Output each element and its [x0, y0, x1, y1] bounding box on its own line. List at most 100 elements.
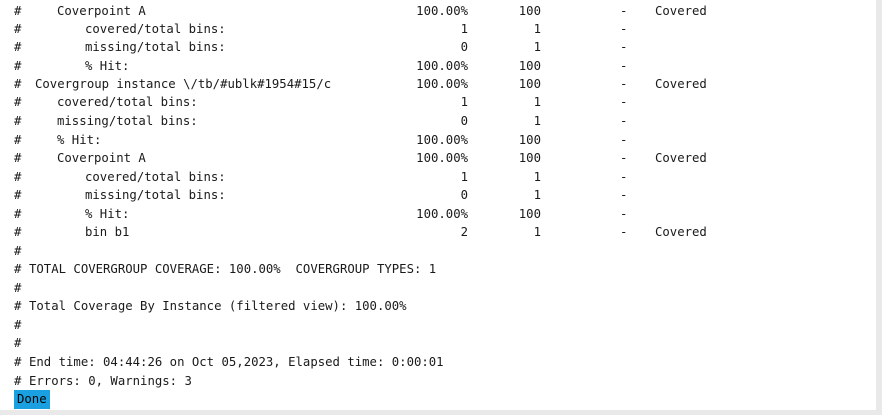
- line-value-goal: 100: [518, 133, 541, 147]
- line-prefix: #: [14, 207, 22, 221]
- line-prefix: #: [14, 188, 22, 202]
- line-label: Covergroup instance \/tb/#ublk#1954#15/c: [35, 77, 332, 91]
- console-line: # covered/total bins: 1 1 -: [0, 93, 876, 111]
- line-value-goal: 100: [518, 77, 541, 91]
- console-line: # % Hit: 100.00% 100 -: [0, 205, 876, 223]
- console-line: # covered/total bins: 1 1 -: [0, 168, 876, 186]
- line-value-percent: 100.00%: [416, 77, 468, 91]
- line-value-dash: -: [620, 59, 628, 73]
- line-prefix: #: [14, 133, 22, 147]
- line-value-percent: 100.00%: [416, 151, 468, 165]
- line-value-dash: -: [620, 133, 628, 147]
- line-prefix: #: [14, 318, 22, 332]
- line-prefix: #: [14, 40, 22, 54]
- console-line: # % Hit: 100.00% 100 -: [0, 57, 876, 75]
- console-line: # missing/total bins: 0 1 -: [0, 112, 876, 130]
- line-label: bin b1: [85, 225, 130, 239]
- line-value-goal: 1: [533, 225, 541, 239]
- line-prefix: #: [14, 59, 22, 73]
- console-line: # Coverpoint A 100.00% 100 - Covered: [0, 2, 876, 20]
- line-label: TOTAL COVERGROUP COVERAGE: 100.00% COVER…: [29, 262, 437, 276]
- line-prefix: #: [14, 336, 22, 350]
- line-prefix: #: [14, 374, 22, 388]
- line-value-dash: -: [620, 151, 628, 165]
- line-value-percent: 1: [460, 170, 468, 184]
- line-value-dash: -: [620, 188, 628, 202]
- line-value-percent: 1: [460, 22, 468, 36]
- console-line: # Total Coverage By Instance (filtered vi…: [0, 297, 876, 315]
- line-value-percent: 100.00%: [416, 133, 468, 147]
- line-status: Covered: [655, 151, 707, 165]
- console-line: # bin b1 2 1 - Covered: [0, 223, 876, 241]
- console-line: # covered/total bins: 1 1 -: [0, 20, 876, 38]
- console-line: # missing/total bins: 0 1 -: [0, 186, 876, 204]
- line-prefix: #: [14, 244, 22, 258]
- console-line: # TOTAL COVERGROUP COVERAGE: 100.00% COVE…: [0, 260, 876, 278]
- line-value-goal: 1: [533, 188, 541, 202]
- line-label: covered/total bins:: [85, 170, 226, 184]
- line-value-dash: -: [620, 95, 628, 109]
- console-line: # Errors: 0, Warnings: 3: [0, 372, 876, 390]
- line-prefix: #: [14, 4, 22, 18]
- line-value-goal: 100: [518, 59, 541, 73]
- line-value-dash: -: [620, 22, 628, 36]
- line-value-dash: -: [620, 114, 628, 128]
- line-prefix: #: [14, 281, 22, 295]
- line-value-goal: 1: [533, 22, 541, 36]
- vertical-scrollbar[interactable]: [876, 0, 882, 415]
- line-value-dash: -: [620, 77, 628, 91]
- line-value-percent: 100.00%: [416, 207, 468, 221]
- console-line: #: [0, 279, 876, 297]
- line-value-dash: -: [620, 170, 628, 184]
- console-line: #: [0, 334, 876, 352]
- line-value-goal: 1: [533, 170, 541, 184]
- line-label: % Hit:: [57, 133, 102, 147]
- done-status-indicator: Done: [14, 390, 50, 409]
- line-value-percent: 100.00%: [416, 59, 468, 73]
- line-prefix: #: [14, 95, 22, 109]
- line-value-goal: 100: [518, 207, 541, 221]
- line-prefix: #: [14, 299, 22, 313]
- line-value-percent: 0: [460, 40, 468, 54]
- line-label: Total Coverage By Instance (filtered vie…: [29, 299, 407, 313]
- line-label: Errors: 0, Warnings: 3: [29, 374, 192, 388]
- horizontal-scrollbar[interactable]: [0, 410, 882, 415]
- line-value-percent: 100.00%: [416, 4, 468, 18]
- console-line: # Covergroup instance \/tb/#ublk#1954#15/…: [0, 75, 876, 93]
- line-label: missing/total bins:: [85, 188, 226, 202]
- line-label: End time: 04:44:26 on Oct 05,2023, Elaps…: [29, 355, 444, 369]
- line-prefix: #: [14, 225, 22, 239]
- line-label: Coverpoint A: [57, 4, 146, 18]
- console-line: #: [0, 316, 876, 334]
- line-value-dash: -: [620, 207, 628, 221]
- line-label: % Hit:: [85, 207, 130, 221]
- line-value-goal: 1: [533, 114, 541, 128]
- line-label: % Hit:: [85, 59, 130, 73]
- line-value-dash: -: [620, 225, 628, 239]
- line-value-percent: 0: [460, 188, 468, 202]
- line-value-percent: 2: [460, 225, 468, 239]
- console-line: # missing/total bins: 0 1 -: [0, 38, 876, 56]
- line-label: Coverpoint A: [57, 151, 146, 165]
- line-label: covered/total bins:: [85, 22, 226, 36]
- line-prefix: #: [14, 170, 22, 184]
- line-value-dash: -: [620, 40, 628, 54]
- line-label: missing/total bins:: [57, 114, 198, 128]
- console-line: # Coverpoint A 100.00% 100 - Covered: [0, 149, 876, 167]
- line-value-goal: 100: [518, 151, 541, 165]
- line-status: Covered: [655, 77, 707, 91]
- line-value-dash: -: [620, 4, 628, 18]
- line-label: missing/total bins:: [85, 40, 226, 54]
- line-value-percent: 0: [460, 114, 468, 128]
- console-line: # End time: 04:44:26 on Oct 05,2023, Elap…: [0, 353, 876, 371]
- line-prefix: #: [14, 22, 22, 36]
- line-prefix: #: [14, 151, 22, 165]
- line-value-goal: 100: [518, 4, 541, 18]
- line-prefix: #: [14, 262, 22, 276]
- line-prefix: #: [14, 114, 22, 128]
- line-value-goal: 1: [533, 95, 541, 109]
- line-prefix: #: [14, 355, 22, 369]
- line-status: Covered: [655, 4, 707, 18]
- console-line: #: [0, 242, 876, 260]
- console-output: # Coverpoint A 100.00% 100- Covered # covered/…: [0, 0, 876, 410]
